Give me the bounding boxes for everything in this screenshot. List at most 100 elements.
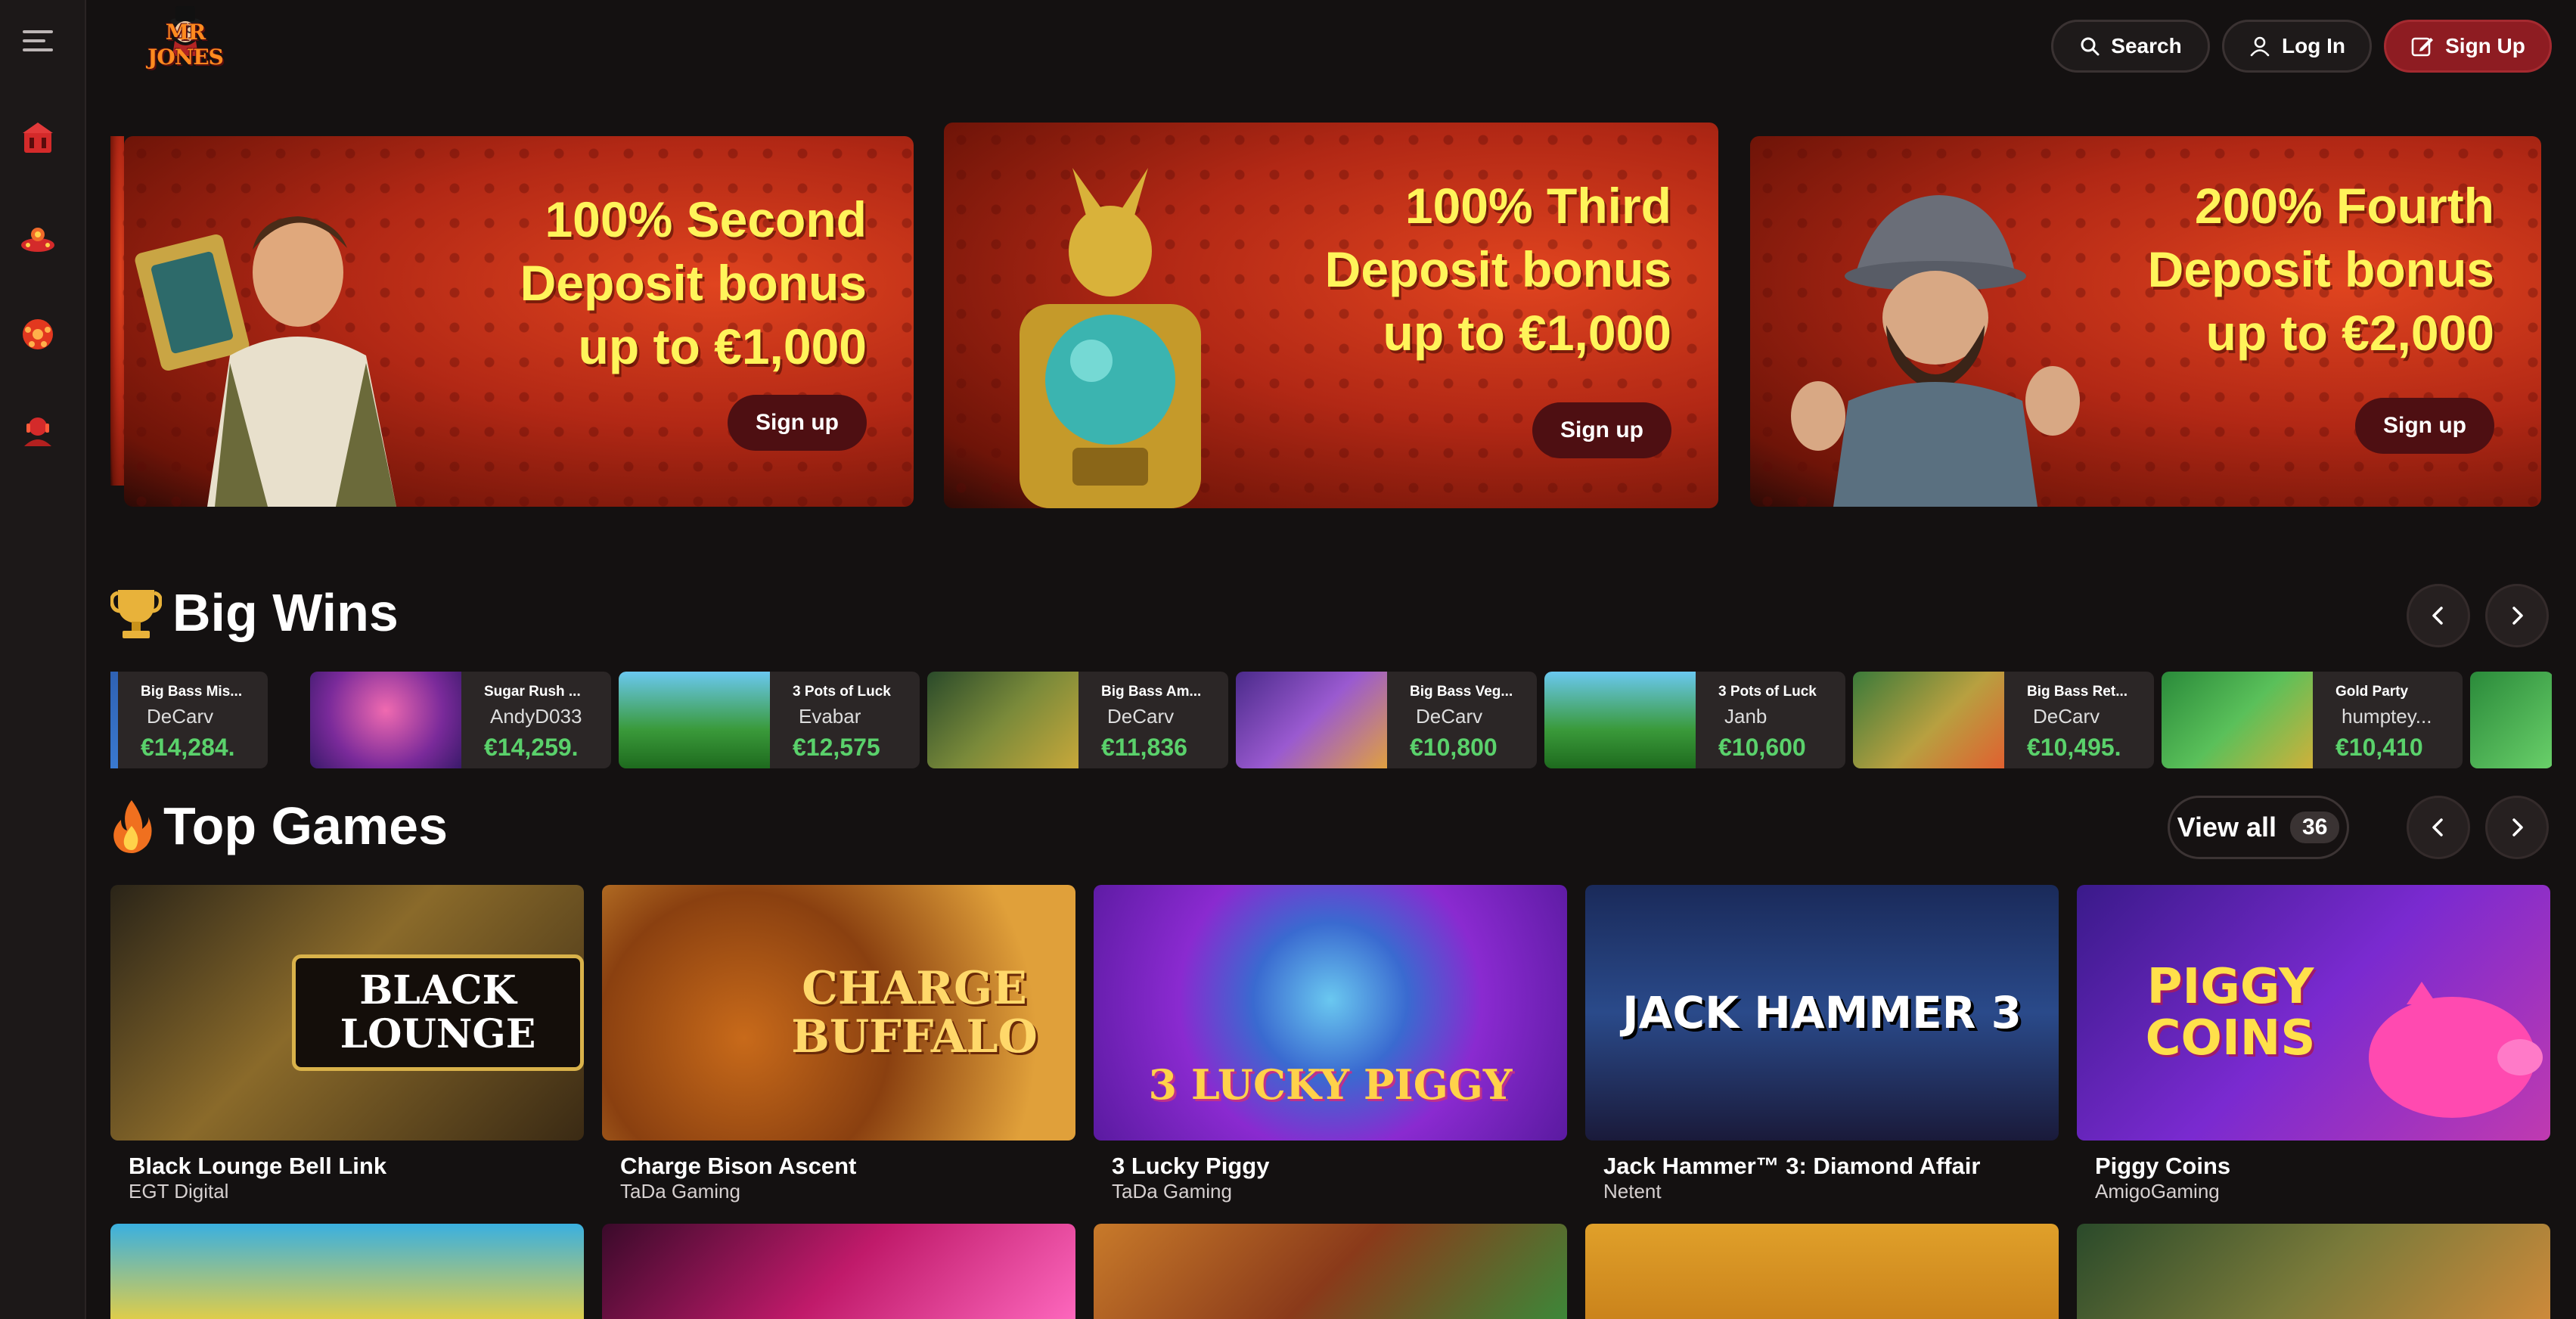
signup-label: Sign Up xyxy=(2445,34,2525,57)
game-tile[interactable]: JACK HAMMER 3 xyxy=(1585,885,2059,1141)
game-thumbnail xyxy=(110,672,118,768)
game-tile[interactable]: CHARGE BUFFALO xyxy=(602,885,1075,1141)
game-tile[interactable]: PIGGY COINS xyxy=(2077,885,2550,1141)
big-wins-heading: Big Wins xyxy=(110,582,399,643)
support-icon[interactable] xyxy=(18,411,57,451)
gonzo-character xyxy=(1791,195,2080,507)
game-name[interactable]: Charge Bison Ascent xyxy=(620,1153,856,1180)
win-amount: €10,410 xyxy=(2335,734,2423,761)
signup-button[interactable]: Sign Up xyxy=(2384,20,2552,73)
casino-icon[interactable] xyxy=(18,118,57,157)
game-art: PIGGY COINS xyxy=(2077,885,2550,1141)
game-thumbnail xyxy=(2470,672,2552,768)
game-thumbnail xyxy=(619,672,770,768)
game-provider: TaDa Gaming xyxy=(620,1180,740,1203)
win-player: DeCarv xyxy=(1416,705,1483,728)
big-wins-prev-button[interactable] xyxy=(2407,584,2470,647)
promo-banner-partial[interactable] xyxy=(110,136,124,486)
win-amount: €12,575 xyxy=(793,734,880,761)
game-tile-partial[interactable] xyxy=(1094,1224,1567,1319)
game-art: 3 LUCKY PIGGY xyxy=(1148,1060,1513,1109)
top-games-next-button[interactable] xyxy=(2485,796,2549,859)
win-card[interactable]: 3 Pots of Luck Janb €10,600 xyxy=(1544,672,1845,768)
game-tile[interactable]: BLACK LOUNGE xyxy=(110,885,584,1141)
promo-signup-button[interactable]: Sign up xyxy=(728,395,867,451)
promo-signup-button[interactable]: Sign up xyxy=(2355,398,2494,454)
game-thumbnail xyxy=(1236,672,1387,768)
win-card[interactable]: Gold Party humptey... €10,410 xyxy=(2162,672,2463,768)
explorer-character xyxy=(135,216,396,507)
promo-headline: 200% Fourth Deposit bonus up to €2,000 xyxy=(2148,174,2494,365)
game-tile-partial[interactable] xyxy=(2077,1224,2550,1319)
win-game: Big Bass Mis... xyxy=(141,684,243,700)
game-tile-partial[interactable] xyxy=(110,1224,584,1319)
game-provider: EGT Digital xyxy=(129,1180,229,1203)
promo-line2: Deposit bonus xyxy=(520,255,867,311)
chevron-left-icon xyxy=(2432,607,2443,625)
win-card[interactable]: Big Bass Veg... DeCarv €10,800 xyxy=(1236,672,1537,768)
win-card[interactable]: Sugar Rush ... AndyD033 €14,259. xyxy=(310,672,611,768)
top-games-prev-button[interactable] xyxy=(2407,796,2470,859)
win-player: DeCarv xyxy=(2033,705,2100,728)
anubis-character xyxy=(1020,168,1201,508)
win-card[interactable]: Big Bass Ret... DeCarv €10,495. xyxy=(1853,672,2154,768)
trophy-icon xyxy=(110,590,162,638)
promo-banner-fourth-deposit[interactable]: 200% Fourth Deposit bonus up to €2,000 S… xyxy=(1750,136,2541,507)
game-name[interactable]: Piggy Coins xyxy=(2095,1153,2230,1180)
search-icon xyxy=(2081,37,2100,56)
menu-icon[interactable] xyxy=(23,30,53,54)
login-label: Log In xyxy=(2282,34,2345,57)
site-logo[interactable]: MR JONES xyxy=(129,3,242,73)
top-games-heading: Top Games xyxy=(110,796,448,856)
game-thumbnail xyxy=(1544,672,1696,768)
win-game: 3 Pots of Luck xyxy=(1718,684,1817,700)
win-card[interactable]: 3 Pots of Luck Evabar €12,575 xyxy=(619,672,920,768)
game-art: JACK HAMMER 3 xyxy=(1622,987,2022,1038)
live-casino-icon[interactable] xyxy=(18,219,57,259)
win-amount: €14,259. xyxy=(484,734,579,761)
promo-line1: 200% Fourth xyxy=(2194,178,2494,234)
game-name[interactable]: Black Lounge Bell Link xyxy=(129,1153,386,1180)
piggy-art xyxy=(2369,982,2543,1118)
game-provider: TaDa Gaming xyxy=(1112,1180,1232,1203)
promo-line3: up to €1,000 xyxy=(1383,305,1671,361)
view-all-label: View all xyxy=(2177,812,2277,843)
login-button[interactable]: Log In xyxy=(2222,20,2372,73)
win-card-partial[interactable] xyxy=(2470,672,2552,768)
big-wins-next-button[interactable] xyxy=(2485,584,2549,647)
chevron-right-icon xyxy=(2512,607,2523,625)
game-art: BLACK LOUNGE xyxy=(110,885,584,1141)
game-tile[interactable]: 3 LUCKY PIGGY xyxy=(1094,885,1567,1141)
game-thumbnail xyxy=(310,672,461,768)
promo-banner-third-deposit[interactable]: 100% Third Deposit bonus up to €1,000 Si… xyxy=(944,123,1718,508)
win-game: Big Bass Ret... xyxy=(2027,684,2128,700)
game-name[interactable]: Jack Hammer™ 3: Diamond Affair xyxy=(1603,1153,1980,1180)
win-game: Sugar Rush ... xyxy=(484,684,581,700)
promo-line2: Deposit bonus xyxy=(2147,241,2494,297)
game-tile-partial[interactable] xyxy=(602,1224,1075,1319)
game-thumbnail xyxy=(1853,672,2004,768)
promo-signup-button[interactable]: Sign up xyxy=(1532,402,1671,458)
win-card[interactable]: Big Bass Am... DeCarv €11,836 xyxy=(927,672,1228,768)
user-icon xyxy=(2250,36,2270,57)
win-player: Janb xyxy=(1724,705,1768,728)
game-provider: Netent xyxy=(1603,1180,1662,1203)
fire-icon xyxy=(113,800,152,853)
win-amount: €14,284. xyxy=(141,734,235,761)
win-player: DeCarv xyxy=(147,705,214,728)
game-tile-partial[interactable] xyxy=(1585,1224,2059,1319)
game-thumbnail xyxy=(2162,672,2313,768)
promo-line1: 100% Second xyxy=(545,191,867,247)
view-all-button[interactable]: View all 36 xyxy=(2168,796,2349,859)
chevron-left-icon xyxy=(2432,818,2443,836)
promo-line1: 100% Third xyxy=(1404,178,1671,234)
sports-icon[interactable] xyxy=(18,315,57,354)
promo-banner-second-deposit[interactable]: 100% Second Deposit bonus up to €1,000 S… xyxy=(124,136,914,507)
win-game: Big Bass Am... xyxy=(1101,684,1202,700)
win-card[interactable]: Big Bass Mis... DeCarv €14,284. xyxy=(110,672,268,768)
search-button[interactable]: Search xyxy=(2051,20,2210,73)
game-name[interactable]: 3 Lucky Piggy xyxy=(1112,1153,1269,1180)
win-game: 3 Pots of Luck xyxy=(793,684,891,700)
win-game: Big Bass Veg... xyxy=(1410,684,1513,700)
win-amount: €10,495. xyxy=(2027,734,2121,761)
